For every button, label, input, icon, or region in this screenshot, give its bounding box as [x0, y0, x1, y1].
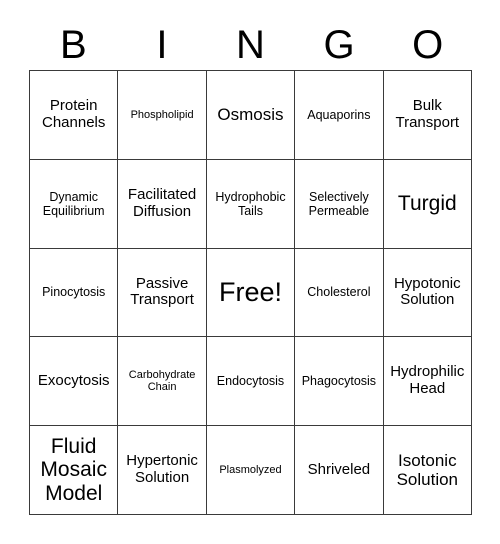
- bingo-cell-label: Hydrophilic Head: [390, 363, 465, 398]
- bingo-cell[interactable]: Selectively Permeable: [295, 159, 384, 249]
- bingo-cell-label: Aquaporins: [307, 107, 371, 122]
- bingo-cell-label: Pinocytosis: [42, 285, 106, 300]
- bingo-cell-label: Hydrophobic Tails: [215, 189, 286, 218]
- bingo-cell-label: Hypertonic Solution: [126, 452, 198, 487]
- bingo-cell-label: Selectively Permeable: [308, 189, 370, 218]
- bingo-cell[interactable]: Protein Channels: [30, 71, 119, 160]
- bingo-cell[interactable]: Endocytosis: [206, 337, 296, 427]
- bingo-cell[interactable]: Passive Transport: [118, 248, 207, 338]
- bingo-cell[interactable]: Facilitated Diffusion: [118, 159, 207, 249]
- bingo-cell[interactable]: Hypotonic Solution: [383, 248, 472, 338]
- bingo-cell-label: Carbohydrate Chain: [128, 368, 196, 394]
- bingo-cell[interactable]: Exocytosis: [30, 337, 119, 427]
- bingo-cell-label: Phagocytosis: [301, 374, 377, 389]
- bingo-grid: Protein Channels Phospholipid Osmosis Aq…: [29, 70, 472, 515]
- bingo-cell[interactable]: Isotonic Solution: [383, 426, 472, 515]
- bingo-header-letter-n: N: [236, 22, 265, 67]
- bingo-header-letter-g: G: [323, 22, 355, 67]
- bingo-cell-label: Bulk Transport: [395, 97, 460, 131]
- bingo-cell[interactable]: Plasmolyzed: [206, 426, 296, 515]
- bingo-cell-label: Facilitated Diffusion: [127, 185, 197, 220]
- bingo-cell[interactable]: Pinocytosis: [30, 248, 119, 338]
- bingo-cell-label: Fluid Mosaic Model: [40, 434, 107, 505]
- bingo-cell[interactable]: Bulk Transport: [383, 71, 472, 160]
- bingo-cell-label: Cholesterol: [307, 285, 371, 300]
- bingo-cell[interactable]: Dynamic Equilibrium: [30, 159, 119, 249]
- bingo-cell[interactable]: Hydrophobic Tails: [206, 159, 296, 249]
- bingo-cell[interactable]: Hypertonic Solution: [118, 426, 207, 515]
- bingo-cell[interactable]: Turgid: [383, 159, 472, 249]
- bingo-cell-label: Shriveled: [307, 460, 371, 478]
- bingo-header-letter-o: O: [412, 22, 444, 67]
- bingo-cell-label: Plasmolyzed: [219, 463, 282, 476]
- bingo-free-cell[interactable]: Free!: [206, 248, 296, 338]
- bingo-cell[interactable]: Phagocytosis: [295, 337, 384, 427]
- bingo-free-label: Free!: [218, 277, 282, 308]
- bingo-cell-label: Dynamic Equilibrium: [42, 189, 105, 218]
- bingo-cell[interactable]: Shriveled: [295, 426, 384, 515]
- bingo-cell[interactable]: Cholesterol: [295, 248, 384, 338]
- bingo-cell-label: Protein Channels: [42, 97, 106, 131]
- bingo-cell-label: Endocytosis: [216, 374, 285, 389]
- bingo-cell[interactable]: Hydrophilic Head: [383, 337, 472, 427]
- bingo-cell[interactable]: Fluid Mosaic Model: [30, 426, 119, 515]
- bingo-cell[interactable]: Aquaporins: [295, 71, 384, 160]
- bingo-cell-label: Turgid: [397, 191, 457, 215]
- bingo-cell-label: Isotonic Solution: [396, 451, 459, 490]
- bingo-cell-label: Exocytosis: [37, 371, 110, 389]
- bingo-cell-label: Passive Transport: [130, 274, 194, 309]
- bingo-card: B I N G O Protein Channels Phospholipid …: [0, 0, 500, 544]
- bingo-cell-label: Hypotonic Solution: [393, 274, 461, 309]
- bingo-header: B I N G O: [29, 19, 472, 70]
- bingo-header-letter-i: I: [156, 22, 168, 67]
- bingo-cell[interactable]: Phospholipid: [118, 71, 207, 160]
- bingo-cell[interactable]: Osmosis: [206, 71, 296, 160]
- bingo-cell-label: Phospholipid: [130, 108, 194, 121]
- bingo-header-letter-b: B: [59, 22, 87, 67]
- bingo-cell-label: Osmosis: [217, 105, 284, 125]
- bingo-cell[interactable]: Carbohydrate Chain: [118, 337, 207, 427]
